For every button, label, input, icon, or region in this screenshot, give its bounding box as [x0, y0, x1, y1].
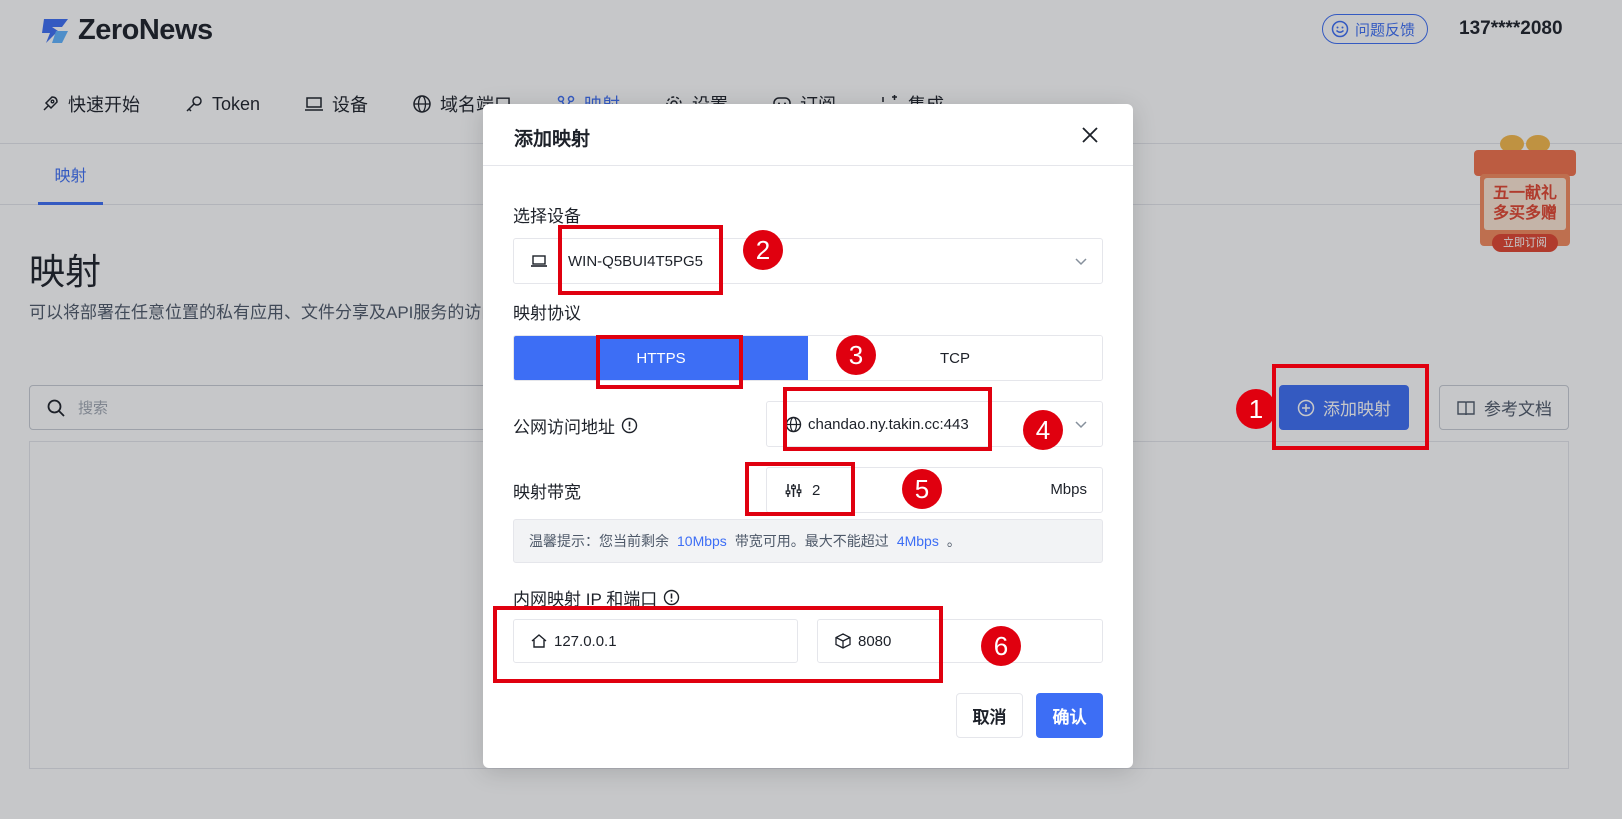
info-icon[interactable]: [621, 417, 638, 434]
annotation-box-1: [1272, 364, 1429, 450]
annotation-marker-3: 3: [836, 335, 876, 375]
chevron-down-icon: [1075, 421, 1087, 429]
annotation-box-4: [783, 387, 992, 451]
laptop-icon: [531, 255, 547, 267]
close-icon[interactable]: [1079, 124, 1101, 146]
annotation-marker-4: 4: [1023, 410, 1063, 450]
dialog-title: 添加映射: [514, 129, 591, 150]
public-url-label: 公网访问地址: [513, 413, 638, 438]
protocol-label: 映射协议: [513, 304, 581, 323]
tip-suffix: 。: [946, 533, 961, 549]
annotation-box-6: [493, 606, 943, 683]
tip-middle: 带宽可用。最大不能超过: [734, 533, 889, 549]
bandwidth-tip: 温馨提示：您当前剩余 10Mbps 带宽可用。最大不能超过 4Mbps 。: [513, 519, 1103, 563]
device-label: 选择设备: [513, 207, 581, 226]
confirm-button[interactable]: 确认: [1036, 693, 1103, 738]
annotation-box-3: [596, 335, 743, 389]
cancel-button[interactable]: 取消: [956, 693, 1023, 738]
annotation-marker-6: 6: [981, 626, 1021, 666]
info-icon[interactable]: [663, 589, 680, 606]
bandwidth-label: 映射带宽: [513, 483, 581, 502]
tip-prefix: 温馨提示：您当前剩余: [529, 533, 669, 549]
bandwidth-unit: Mbps: [1050, 481, 1087, 498]
annotation-marker-5: 5: [902, 469, 942, 509]
annotation-marker-1: 1: [1236, 389, 1276, 429]
tip-max: 4Mbps: [896, 533, 939, 549]
annotation-box-2: [558, 225, 723, 295]
annotation-box-5: [745, 462, 855, 516]
public-url-label-text: 公网访问地址: [513, 418, 615, 437]
tip-remaining: 10Mbps: [677, 533, 727, 549]
chevron-down-icon: [1075, 258, 1087, 266]
annotation-marker-2: 2: [743, 230, 783, 270]
dialog-header: 添加映射: [483, 104, 1133, 166]
